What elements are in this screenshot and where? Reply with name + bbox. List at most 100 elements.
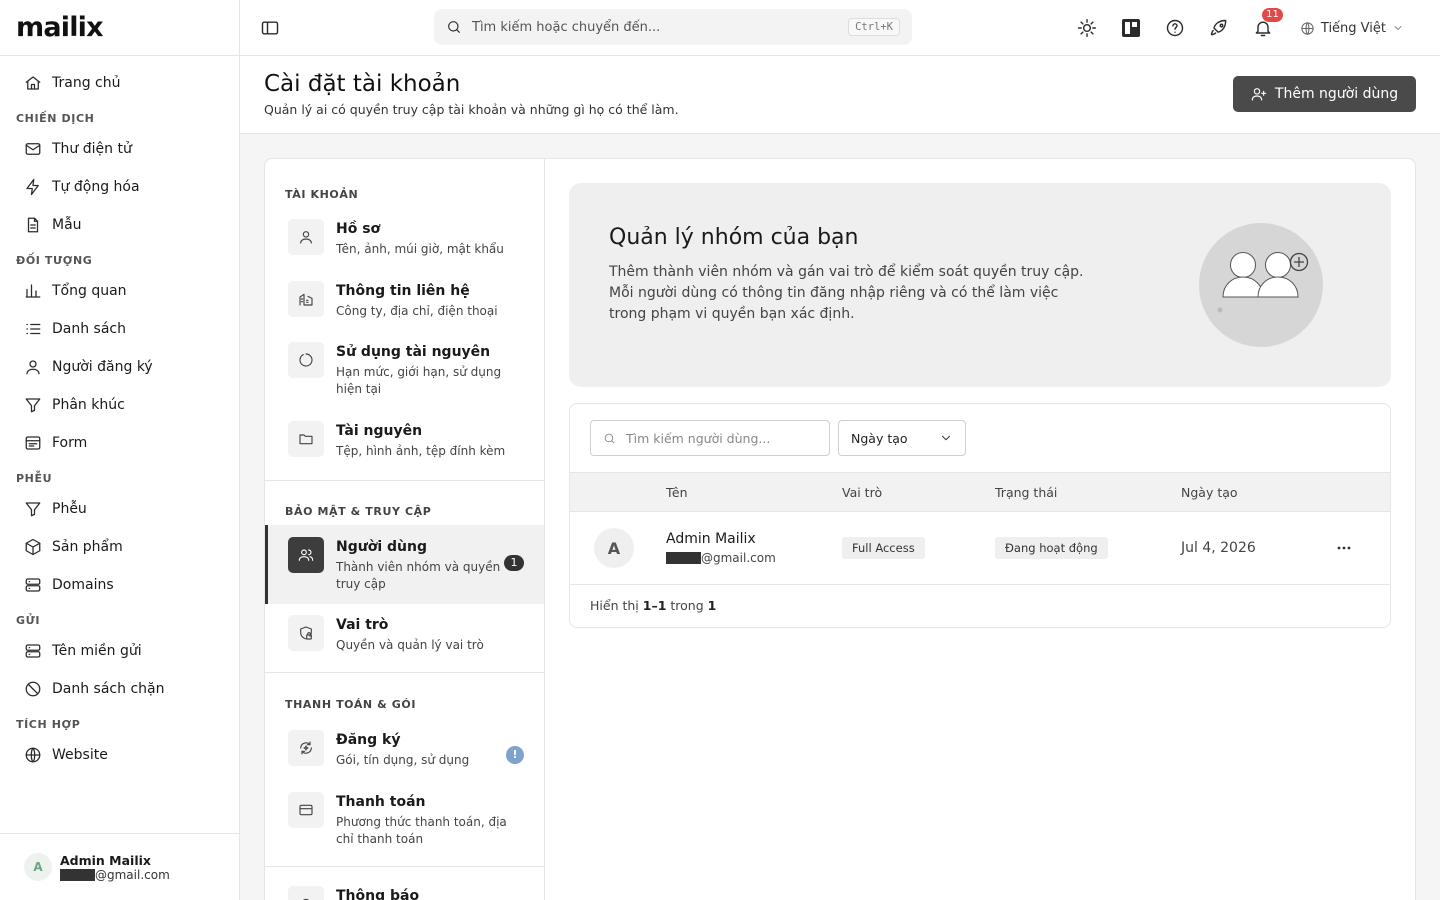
sidebar-toggle-icon — [261, 21, 279, 35]
sidebar-item-label: Domains — [52, 577, 114, 593]
sidebar-item-label: Tên miền gửi — [52, 643, 142, 659]
settings-item-usage[interactable]: Sử dụng tài nguyên Hạn mức, giới hạn, sử … — [265, 342, 544, 398]
hero-title: Quản lý nhóm của bạn — [609, 225, 859, 250]
avatar: A — [24, 853, 52, 881]
sidebar-item-automation[interactable]: Tự động hóa — [8, 168, 231, 206]
topbar: Tìm kiếm hoặc chuyển đến... Ctrl+K 11 Ti… — [240, 0, 1440, 56]
settings-item-payment[interactable]: Thanh toán Phương thức thanh toán, địa ch… — [265, 792, 544, 848]
sidebar-item-templates[interactable]: Mẫu — [8, 206, 231, 244]
server-icon — [25, 578, 41, 592]
ban-icon — [25, 681, 41, 697]
settings-item-subscription[interactable]: Đăng ký Gói, tín dụng, sử dụng ! — [265, 730, 544, 769]
settings-nav: TÀI KHOẢN Hồ sơ Tên, ảnh, múi giờ, mật kh… — [265, 159, 545, 900]
sort-select[interactable]: Ngày tạo — [838, 420, 966, 456]
sidebar-toggle-button[interactable] — [260, 18, 280, 38]
sidebar-item-label: Danh sách — [52, 321, 126, 337]
column-status[interactable]: Trạng thái — [995, 485, 1057, 500]
created-date: Jul 4, 2026 — [1181, 540, 1256, 556]
table-footer: Hiển thị 1–1 trong 1 — [590, 598, 716, 613]
settings-card: TÀI KHOẢN Hồ sơ Tên, ảnh, múi giờ, mật kh… — [264, 158, 1416, 900]
status-badge: Đang hoạt động — [995, 537, 1108, 559]
logo[interactable]: mailix — [0, 0, 239, 56]
sn-icon-box — [288, 886, 324, 900]
sidebar-section-integrations: TÍCH HỢP — [16, 718, 81, 731]
notifications-button[interactable]: 11 — [1252, 8, 1283, 39]
sidebar-item-label: Tổng quan — [52, 283, 127, 299]
sidebar-item-domains[interactable]: Domains — [8, 566, 231, 604]
settings-item-assets[interactable]: Tài nguyên Tệp, hình ảnh, tệp đính kèm — [265, 421, 544, 460]
sidebar-item-forms[interactable]: Form — [8, 424, 231, 462]
launch-button[interactable] — [1208, 17, 1230, 39]
sn-icon-box — [288, 421, 324, 457]
column-name[interactable]: Tên — [666, 485, 688, 500]
sidebar-item-sending-domains[interactable]: Tên miền gửi — [8, 632, 231, 670]
column-created[interactable]: Ngày tạo — [1181, 485, 1238, 500]
language-select[interactable]: Tiếng Việt — [1300, 21, 1404, 36]
sidebar-item-overview[interactable]: Tổng quan — [8, 272, 231, 310]
settings-item-desc: Công ty, địa chỉ, điện thoại — [336, 304, 498, 318]
settings-item-notifications[interactable]: Thông báo — [265, 886, 544, 900]
add-user-label: Thêm người dùng — [1274, 86, 1399, 102]
sidebar-item-subscribers[interactable]: Người đăng ký — [8, 348, 231, 386]
settings-item-title: Sử dụng tài nguyên — [336, 344, 491, 360]
sidebar-item-funnels[interactable]: Phễu — [8, 490, 231, 528]
divider — [265, 480, 544, 481]
search-shortcut: Ctrl+K — [848, 18, 900, 36]
settings-section-billing: THANH TOÁN & GÓI — [285, 698, 417, 711]
loader-icon — [299, 353, 313, 367]
zap-icon — [26, 178, 39, 196]
users-count-badge: 1 — [504, 555, 524, 571]
funnel-icon — [25, 502, 41, 517]
globe-icon — [1301, 21, 1314, 35]
sidebar: mailix Trang chủ CHIẾN DỊCH Thư điện tử … — [0, 0, 240, 900]
server-icon — [25, 644, 41, 658]
settings-item-title: Tài nguyên — [336, 423, 423, 439]
settings-item-roles[interactable]: Vai trò Quyền và quản lý vai trò — [265, 615, 544, 654]
chevron-down-icon — [942, 435, 950, 441]
search-input[interactable]: Tìm kiếm hoặc chuyển đến... — [472, 20, 838, 35]
sidebar-item-segments[interactable]: Phân khúc — [8, 386, 231, 424]
sn-icon-box — [288, 615, 324, 651]
divider — [265, 672, 544, 673]
user-search-input[interactable]: Tìm kiếm người dùng... — [590, 420, 830, 456]
sidebar-section-sending: GỬI — [16, 614, 41, 627]
settings-item-contact[interactable]: Thông tin liên hệ Công ty, địa chỉ, điện … — [265, 281, 544, 320]
sidebar-item-blocklist[interactable]: Danh sách chặn — [8, 670, 231, 708]
row-actions-button[interactable] — [1332, 540, 1356, 556]
notification-badge: 11 — [1262, 8, 1283, 22]
home-icon — [25, 76, 41, 90]
sidebar-item-lists[interactable]: Danh sách — [8, 310, 231, 348]
sidebar-item-website[interactable]: Website — [8, 736, 231, 774]
sidebar-item-products[interactable]: Sản phẩm — [8, 528, 231, 566]
settings-item-title: Thông báo — [336, 888, 420, 900]
user-icon — [26, 360, 40, 375]
profile-email-suffix: @gmail.com — [95, 867, 170, 882]
settings-item-users[interactable]: Người dùng Thành viên nhóm và quyền truy … — [265, 525, 544, 604]
filters: Tìm kiếm người dùng... Ngày tạo — [590, 420, 966, 456]
sidebar-item-label: Phân khúc — [52, 397, 125, 413]
sidebar-item-label: Form — [52, 435, 88, 451]
column-role[interactable]: Vai trò — [842, 485, 882, 500]
sun-icon — [1077, 18, 1096, 38]
apps-button[interactable] — [1120, 17, 1142, 39]
theme-toggle-button[interactable] — [1076, 17, 1098, 39]
user-plus-icon — [1251, 88, 1267, 101]
sn-icon-box — [288, 537, 324, 573]
add-user-button[interactable]: Thêm người dùng — [1233, 76, 1416, 112]
footer-range: 1–1 — [642, 598, 667, 613]
search-icon — [604, 433, 615, 443]
redacted-block — [666, 552, 701, 564]
user-profile[interactable]: A Admin Mailix @gmail.com — [0, 833, 239, 900]
page-header: Cài đặt tài khoản Quản lý ai có quyền tr… — [240, 56, 1440, 134]
sidebar-item-label: Thư điện tử — [52, 141, 132, 157]
help-button[interactable] — [1164, 17, 1186, 39]
sidebar-item-home[interactable]: Trang chủ — [8, 64, 231, 102]
sidebar-item-email[interactable]: Thư điện tử — [8, 130, 231, 168]
role-badge: Full Access — [842, 537, 925, 559]
table-row[interactable]: A Admin Mailix @gmail.com Full Access Đa… — [570, 512, 1390, 585]
global-search[interactable]: Tìm kiếm hoặc chuyển đến... Ctrl+K — [434, 9, 912, 45]
subscription-alert-badge: ! — [506, 746, 524, 764]
sidebar-item-label: Phễu — [52, 501, 87, 517]
user-icon — [300, 231, 312, 244]
settings-item-profile[interactable]: Hồ sơ Tên, ảnh, múi giờ, mật khẩu — [265, 219, 544, 258]
